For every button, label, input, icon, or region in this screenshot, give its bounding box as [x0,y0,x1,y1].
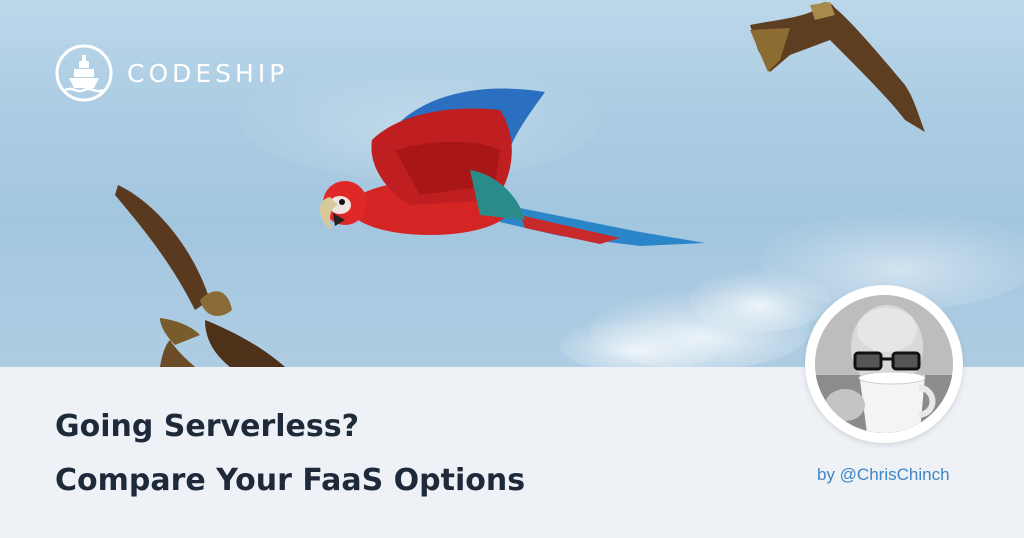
article-title-line-2: Compare Your FaaS Options [55,463,526,498]
author-photo [815,295,953,433]
article-title-line-1: Going Serverless? [55,409,359,444]
blog-header-card: CODESHIP Going Serverless? Compare Your … [0,0,1024,538]
kite-bird-right [750,2,925,132]
ship-icon [55,44,113,102]
author-byline[interactable]: by @ChrisChinch [817,465,950,485]
kite-bird-left [115,185,285,367]
author-avatar-frame [805,285,963,443]
author-avatar[interactable] [815,295,953,433]
article-title[interactable]: Going Serverless? Compare Your FaaS Opti… [55,400,525,508]
brand-header[interactable]: CODESHIP [55,44,288,102]
brand-name: CODESHIP [127,58,289,88]
